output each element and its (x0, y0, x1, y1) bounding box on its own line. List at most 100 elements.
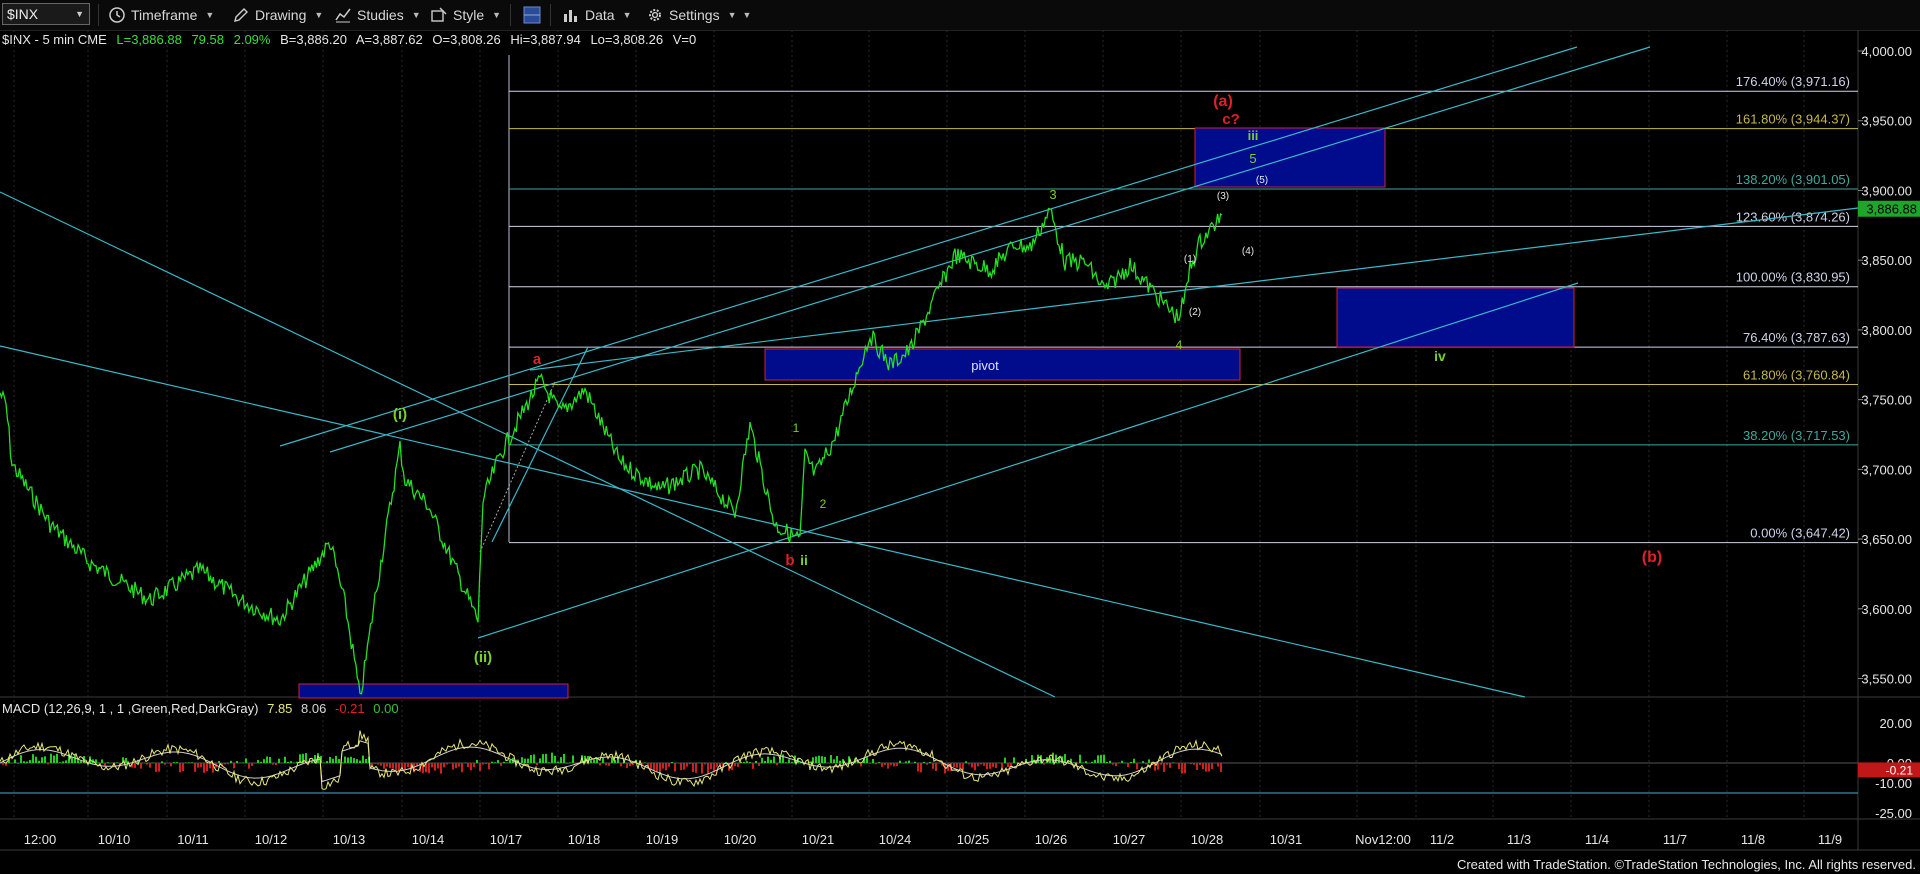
macd-histogram-bar (530, 755, 532, 763)
macd-histogram-bar (977, 763, 979, 767)
time-axis-label: 11/8 (1741, 832, 1765, 847)
macd-histogram-bar (356, 759, 358, 763)
macd-histogram-bar (1169, 763, 1171, 768)
macd-histogram-bar (1106, 761, 1108, 763)
macd-histogram-bar (38, 760, 40, 763)
macd-histogram-bar (593, 759, 595, 763)
macd-histogram-bar (1112, 763, 1114, 765)
macd-histogram-bar (437, 763, 439, 769)
macd-histogram-bar (509, 760, 511, 763)
macd-zero-value: 0.00 (373, 701, 399, 716)
macd-histogram-bar (1196, 763, 1198, 771)
macd-histogram-bar (278, 758, 280, 763)
macd-histogram-bar (176, 762, 178, 763)
macd-axis-label: -10.00 (1875, 776, 1912, 791)
macd-histogram-bar (785, 762, 787, 763)
macd-histogram-bar (107, 762, 109, 763)
wave-label: a (533, 351, 542, 368)
macd-histogram-bar (1133, 758, 1135, 763)
macd-histogram-bar (233, 763, 235, 769)
macd-histogram-bar (752, 763, 754, 769)
macd-histogram-bar (695, 763, 697, 773)
macd-histogram-bar (683, 763, 685, 770)
macd-histogram-bar (905, 761, 907, 763)
macd-histogram-bar (755, 760, 757, 763)
macd-histogram-bar (251, 763, 253, 766)
macd-histogram-bar (599, 763, 601, 766)
macd-histogram-bar (776, 763, 778, 766)
macd-histogram-bar (1085, 761, 1087, 763)
macd-histogram-bar (80, 760, 82, 763)
macd-histogram-bar (629, 763, 631, 767)
macd-histogram-bar (959, 763, 961, 769)
fib-level-label: 176.40% (3,971.16) (1736, 74, 1850, 89)
macd-histogram-bar (47, 763, 49, 765)
macd-info-line: MACD (12,26,9, 1 , 1 ,Green,Red,DarkGray… (2, 701, 404, 716)
macd-histogram-bar (1094, 759, 1096, 763)
current-price-label: 3,886.88 (1866, 202, 1917, 217)
macd-histogram-bar (1172, 762, 1174, 763)
wave-label: (5) (1256, 175, 1268, 186)
wave-label: (3) (1217, 191, 1229, 202)
macd-histogram-bar (701, 763, 703, 774)
macd-histogram-bar (218, 760, 220, 763)
macd-histogram-bar (23, 761, 25, 763)
channel-line[interactable] (477, 282, 1579, 639)
macd-histogram-bar (461, 763, 463, 773)
macd-histogram-bar (989, 763, 991, 769)
macd-histogram-bar (17, 763, 19, 764)
macd-histogram-bar (980, 763, 982, 765)
macd-histogram-bar (1079, 754, 1081, 763)
macd-value: 7.85 (267, 701, 293, 716)
macd-histogram-bar (134, 763, 136, 768)
macd-histogram-bar (1103, 754, 1105, 763)
macd-histogram-bar (923, 761, 925, 763)
chart-canvas[interactable]: 176.40% (3,971.16)161.80% (3,944.37)138.… (0, 0, 1920, 874)
channel-line[interactable] (0, 345, 1526, 698)
macd-histogram-bar (902, 763, 904, 764)
wave-label: 4 (1176, 338, 1183, 352)
macd-histogram-bar (974, 763, 976, 771)
macd-histogram-bar (434, 763, 436, 771)
fib-level-label: 100.00% (3,830.95) (1736, 270, 1850, 285)
macd-histogram-bar (1211, 763, 1213, 770)
macd-histogram-bar (566, 763, 568, 764)
macd-histogram-bar (272, 763, 274, 765)
wave-label: (1) (1184, 254, 1196, 265)
macd-histogram-bar (839, 760, 841, 763)
macd-histogram-bar (56, 753, 58, 763)
macd-histogram-bar (329, 756, 331, 763)
macd-histogram-bar (650, 763, 652, 769)
target-box-wave4[interactable] (1336, 287, 1575, 348)
macd-histogram-bar (284, 756, 286, 763)
price-series-line[interactable] (0, 207, 1223, 695)
macd-histogram-bar (818, 755, 820, 763)
macd-histogram-bar (1127, 763, 1129, 768)
macd-histogram-bar (197, 763, 199, 768)
channel-line[interactable] (529, 207, 1859, 371)
channel-line[interactable] (329, 46, 1651, 453)
macd-histogram-bar (146, 763, 148, 765)
macd-histogram-bar (32, 754, 34, 763)
macd-histogram-bar (482, 763, 484, 765)
macd-histogram-bar (821, 756, 823, 763)
macd-histogram-bar (326, 761, 328, 763)
macd-histogram-bar (524, 758, 526, 763)
support-box[interactable] (298, 683, 569, 699)
time-axis-label: 10/14 (412, 832, 445, 847)
macd-histogram-bar (710, 763, 712, 770)
time-axis-label: 10/13 (333, 832, 366, 847)
macd-histogram-bar (488, 763, 490, 770)
macd-histogram-bar (1163, 763, 1165, 772)
macd-histogram-bar (1193, 763, 1195, 765)
time-axis-label: 11/3 (1507, 832, 1531, 847)
macd-histogram-bar (59, 762, 61, 763)
macd-histogram-bar (347, 757, 349, 763)
macd-histogram-bar (380, 763, 382, 766)
pivot-box[interactable] (764, 348, 1241, 381)
macd-histogram-bar (1073, 762, 1075, 763)
macd-signal-value: 8.06 (301, 701, 327, 716)
channel-line[interactable] (279, 46, 1578, 447)
macd-histogram-bar (1130, 761, 1132, 763)
price-axis-label: 3,900.00 (1861, 183, 1912, 198)
